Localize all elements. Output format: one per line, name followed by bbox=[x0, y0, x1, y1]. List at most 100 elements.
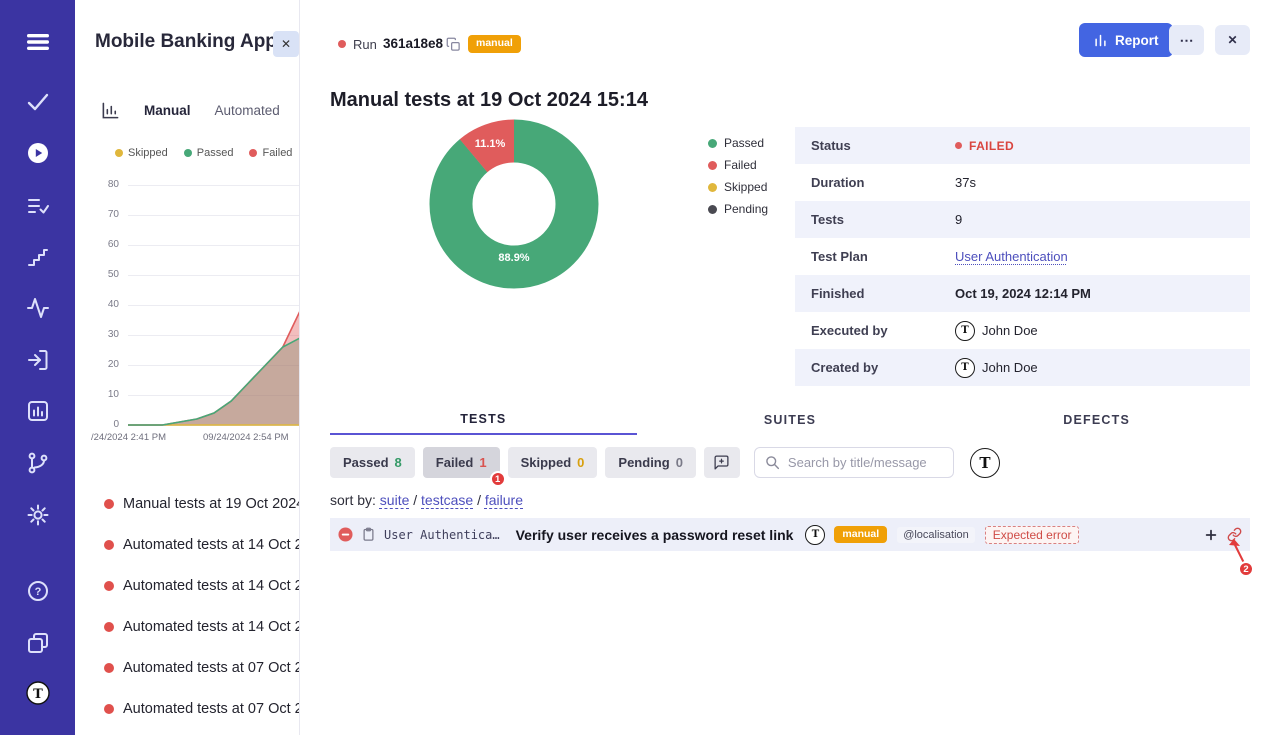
expected-error-chip: Expected error bbox=[985, 526, 1080, 544]
legend-passed: Passed bbox=[184, 147, 234, 159]
created-by-value: John Doe bbox=[982, 360, 1038, 375]
test-title[interactable]: Verify user receives a password reset li… bbox=[516, 527, 794, 543]
sidebar-item-branches[interactable] bbox=[25, 450, 51, 476]
tab-tests[interactable]: TESTS bbox=[330, 404, 637, 435]
sort-separator: / bbox=[477, 492, 481, 508]
filter-passed[interactable]: Passed8 bbox=[330, 447, 415, 478]
panel-close-button[interactable]: ✕ bbox=[273, 31, 299, 57]
ytick: 50 bbox=[91, 269, 119, 280]
run-title: Manual tests at 19 Oct 2024 15:14 bbox=[330, 89, 648, 112]
sidebar-item-plans[interactable] bbox=[25, 193, 51, 219]
sidebar-item-runs[interactable] bbox=[25, 140, 51, 166]
close-run-button[interactable]: ✕ bbox=[1215, 25, 1250, 55]
sidebar-item-milestones[interactable] bbox=[25, 244, 51, 270]
panel-tab-automated[interactable]: Automated bbox=[215, 103, 280, 118]
failed-run-dot bbox=[104, 540, 114, 550]
sort-by-testcase[interactable]: testcase bbox=[421, 492, 473, 508]
run-list-item[interactable]: Automated tests at 14 Oct 2 bbox=[75, 524, 300, 565]
run-list-item[interactable]: Manual tests at 19 Oct 2024 bbox=[75, 483, 300, 524]
info-row-tests: Tests 9 bbox=[795, 201, 1250, 238]
sidebar-item-tests[interactable] bbox=[25, 89, 51, 115]
tab-suites[interactable]: SUITES bbox=[637, 404, 944, 435]
sidebar-item-settings[interactable] bbox=[25, 502, 51, 528]
ytick: 40 bbox=[91, 299, 119, 310]
sort-separator: / bbox=[413, 492, 417, 508]
run-list-item[interactable]: Automated tests at 07 Oct 2 bbox=[75, 688, 300, 729]
finished-value: Oct 19, 2024 12:14 PM bbox=[955, 286, 1091, 301]
run-list-item[interactable]: Automated tests at 14 Oct 2 bbox=[75, 565, 300, 606]
trend-chart-svg bbox=[128, 185, 300, 427]
filter-skipped[interactable]: Skipped0 bbox=[508, 447, 598, 478]
project-title: Mobile Banking App bbox=[95, 31, 277, 53]
failed-run-dot bbox=[104, 499, 114, 509]
app-root: ? T Mobile Banking App ✕ Manual Automate… bbox=[0, 0, 1280, 735]
assignee-filter-avatar[interactable]: T bbox=[970, 448, 1000, 478]
filter-pending[interactable]: Pending0 bbox=[605, 447, 696, 478]
run-label: Run bbox=[353, 37, 377, 52]
copy-icon[interactable] bbox=[446, 37, 461, 57]
suite-name[interactable]: User Authentica… bbox=[384, 528, 500, 542]
ytick: 0 bbox=[91, 419, 119, 430]
run-list-item[interactable]: Automated tests at 14 Oct 2 bbox=[75, 606, 300, 647]
failed-test-icon bbox=[338, 527, 353, 542]
donut-legend-pending: Pending bbox=[708, 202, 768, 216]
ytick: 20 bbox=[91, 359, 119, 370]
skipped-dot bbox=[115, 149, 123, 157]
help-icon: ? bbox=[26, 579, 50, 603]
runs-chart-icon bbox=[101, 101, 120, 120]
hamburger-icon bbox=[26, 30, 50, 54]
comment-filter-button[interactable] bbox=[704, 447, 740, 478]
passed-dot bbox=[184, 149, 192, 157]
ytick: 10 bbox=[91, 389, 119, 400]
sort-by-failure[interactable]: failure bbox=[485, 492, 523, 508]
sidebar-item-reports[interactable] bbox=[25, 398, 51, 424]
list-check-icon bbox=[26, 194, 50, 218]
stairs-icon bbox=[26, 245, 50, 269]
test-result-row[interactable]: User Authentica… Verify user receives a … bbox=[330, 518, 1250, 551]
search-icon bbox=[765, 455, 780, 470]
filter-failed[interactable]: Failed1 1 bbox=[423, 447, 500, 478]
report-button[interactable]: Report bbox=[1079, 23, 1173, 57]
sort-row: sort by: suite / testcase / failure bbox=[330, 492, 523, 508]
sidebar-item-help[interactable]: ? bbox=[25, 578, 51, 604]
failed-pct-label: 11.1% bbox=[475, 138, 506, 150]
sidebar-item-import[interactable] bbox=[25, 347, 51, 373]
failed-dot bbox=[955, 142, 962, 149]
legend-failed: Failed bbox=[249, 147, 292, 159]
git-branch-icon bbox=[26, 451, 50, 475]
run-status-dot bbox=[338, 40, 346, 48]
donut-legend: Passed Failed Skipped Pending bbox=[708, 136, 768, 224]
run-detail: Run 361a18e8 manual Report ⋯ ✕ Manual te… bbox=[300, 0, 1280, 735]
svg-text:?: ? bbox=[35, 586, 42, 598]
run-list-item[interactable]: Automated tests at 07 Oct 2 bbox=[75, 647, 300, 688]
plus-icon bbox=[1204, 528, 1218, 542]
run-id: 361a18e8 bbox=[383, 36, 443, 51]
folders-icon bbox=[26, 631, 50, 655]
comment-plus-icon bbox=[713, 454, 730, 471]
sort-label: sort by: bbox=[330, 492, 376, 508]
failed-run-dot bbox=[104, 704, 114, 714]
search-input[interactable] bbox=[786, 454, 943, 471]
annotation-badge-2: 2 bbox=[1238, 561, 1254, 577]
menu-button[interactable] bbox=[25, 29, 51, 55]
tag-label[interactable]: @localisation bbox=[897, 527, 975, 543]
sidebar-item-analytics[interactable] bbox=[25, 295, 51, 321]
failed-run-dot bbox=[104, 622, 114, 632]
info-row-finished: Finished Oct 19, 2024 12:14 PM bbox=[795, 275, 1250, 312]
test-plan-link[interactable]: User Authentication bbox=[955, 249, 1068, 264]
search-box bbox=[754, 447, 954, 478]
result-tabs: TESTS SUITES DEFECTS bbox=[330, 404, 1250, 435]
brand-logo[interactable]: T bbox=[25, 680, 51, 706]
sidebar-item-projects[interactable] bbox=[25, 630, 51, 656]
failed-area bbox=[128, 311, 300, 425]
more-button[interactable]: ⋯ bbox=[1169, 25, 1204, 55]
avatar: T bbox=[955, 321, 975, 341]
tests-value: 9 bbox=[955, 212, 962, 227]
add-button[interactable] bbox=[1204, 528, 1218, 542]
ytick: 80 bbox=[91, 179, 119, 190]
failed-dot bbox=[249, 149, 257, 157]
panel-tab-manual[interactable]: Manual bbox=[144, 103, 191, 118]
sort-by-suite[interactable]: suite bbox=[380, 492, 410, 508]
tab-defects[interactable]: DEFECTS bbox=[943, 404, 1250, 435]
gear-icon bbox=[26, 503, 50, 527]
